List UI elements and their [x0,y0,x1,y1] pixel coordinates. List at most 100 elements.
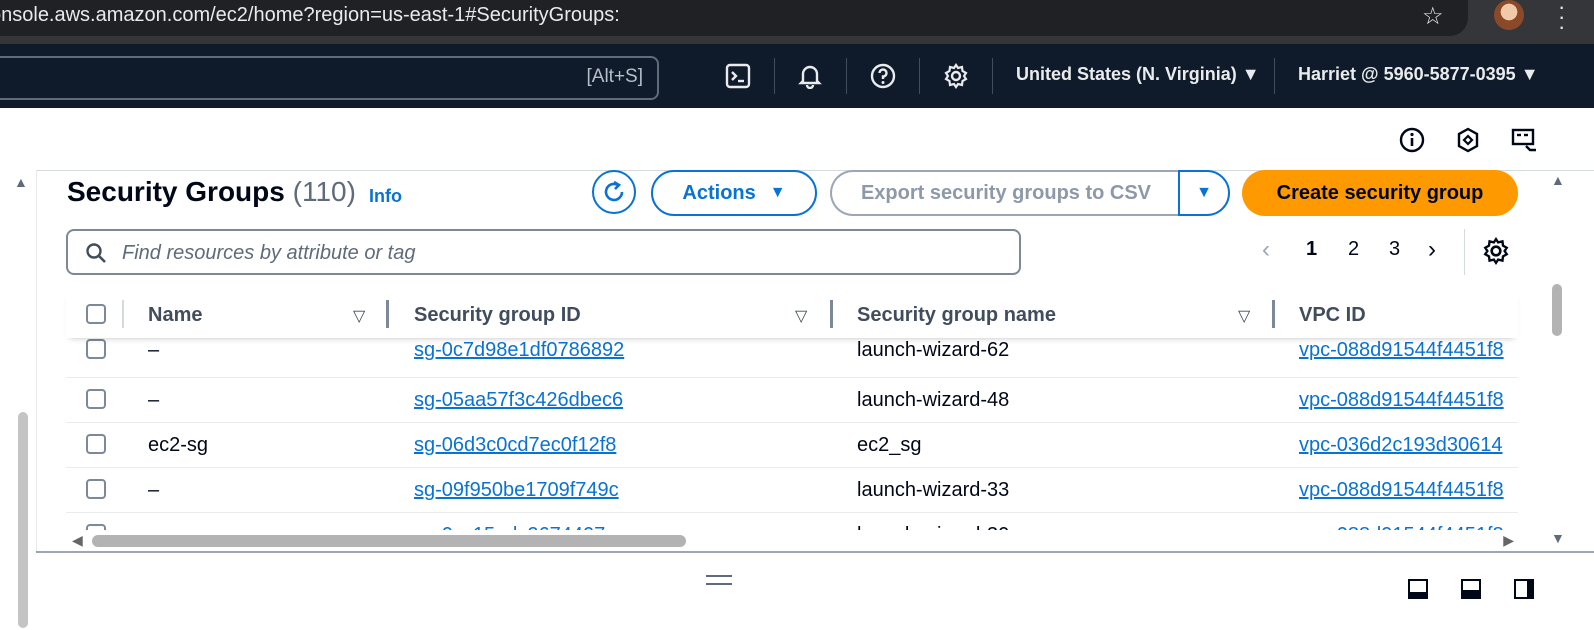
left-scrollbar[interactable] [18,412,28,628]
filter-search-box[interactable] [66,229,1021,275]
row-checkbox[interactable] [86,389,106,409]
column-header-sg-id[interactable]: Security group ID [414,304,581,327]
vertical-scroll-thumb[interactable] [1552,284,1562,336]
panel-middle-icon[interactable] [1461,579,1481,599]
export-csv-button[interactable]: Export security groups to CSV [830,170,1180,216]
scroll-left-icon[interactable]: ◀ [72,532,83,549]
table-body: – sg-0c7d98e1df0786892 launch-wizard-62 … [66,338,1518,530]
aws-search-input[interactable]: [Alt+S] [0,56,659,100]
page-1[interactable]: 1 [1306,238,1317,261]
search-icon [84,241,108,270]
region-label: United States (N. Virginia) [1016,64,1237,84]
actions-label: Actions [682,181,756,204]
column-resizer[interactable] [1272,300,1275,328]
caret-down-icon: ▼ [769,184,786,201]
vpc-id-link[interactable]: vpc-088d91544f4451f8 [1299,339,1504,362]
next-page-icon[interactable]: › [1428,236,1436,264]
sort-icon[interactable]: ▽ [795,306,807,326]
search-shortcut-hint: [Alt+S] [586,66,644,87]
row-checkbox[interactable] [86,434,106,454]
column-header-name[interactable]: Name [148,304,202,327]
nav-divider [846,58,847,94]
cloudshell-icon[interactable] [720,58,756,94]
table-settings-gear-icon[interactable] [1482,237,1510,270]
bookmark-star-icon[interactable]: ☆ [1422,2,1444,31]
create-security-group-button[interactable]: Create security group [1242,170,1518,216]
scroll-up-icon[interactable]: ▲ [14,174,28,190]
gear-icon[interactable] [938,58,974,94]
info-link[interactable]: Info [369,186,402,207]
sort-icon[interactable]: ▽ [353,306,365,326]
row-name: – [148,479,160,501]
sg-name: ec2_sg [857,434,922,456]
bell-icon[interactable] [792,58,828,94]
create-label: Create security group [1276,181,1484,204]
nav-divider [992,58,993,94]
page-3[interactable]: 3 [1389,238,1400,261]
sg-id-link[interactable]: sg-05aa57f3c426dbec6 [414,389,623,412]
horizontal-scroll-thumb[interactable] [92,535,686,547]
column-header-sg-name[interactable]: Security group name [857,304,1056,327]
nav-divider [919,58,920,94]
table-row[interactable]: ec2-sg sg-06d3c0cd7ec0f12f8 ec2_sg vpc-0… [66,422,1518,468]
column-resizer[interactable] [830,300,833,328]
scroll-up-icon[interactable]: ▲ [1551,172,1565,188]
column-resizer[interactable] [386,300,389,328]
table-row[interactable]: – sg-09f950be1709f749c launch-wizard-33 … [66,467,1518,513]
sg-id-link[interactable]: sg-09f950be1709f749c [414,479,619,502]
sort-icon[interactable]: ▽ [1238,306,1250,326]
sg-id-link[interactable]: sg-0c7d98e1df0786892 [414,339,624,362]
panel-side-icon[interactable] [1514,579,1534,599]
vpc-id-link[interactable]: vpc-088d91544f4451f8 [1299,389,1504,412]
caret-down-icon: ▼ [1241,64,1260,84]
browser-menu-icon[interactable]: · · · [1558,0,1565,38]
row-name: – [148,389,160,411]
hexagon-icon[interactable] [1454,126,1482,154]
browser-toolbar: console.aws.amazon.com/ec2/home?region=u… [0,0,1594,44]
previous-page-icon[interactable]: ‹ [1262,236,1270,264]
export-dropdown-button[interactable]: ▼ [1178,170,1230,216]
sg-name: launch-wizard-48 [857,389,1010,411]
scroll-down-icon[interactable]: ▼ [1551,530,1565,546]
scroll-right-icon[interactable]: ▶ [1503,532,1514,549]
caret-down-icon: ▼ [1520,64,1539,84]
account-menu[interactable]: Harriet @ 5960-5877-0395 ▼ [1298,64,1539,85]
refresh-button[interactable] [592,170,636,214]
select-all-checkbox[interactable] [86,304,106,324]
help-icon[interactable] [865,58,901,94]
horizontal-scrollbar[interactable]: ◀ ▶ [66,532,1518,550]
profile-avatar[interactable] [1494,0,1524,30]
sg-id-link[interactable]: sg-0cc15edc2674407 [414,524,605,530]
sg-id-link[interactable]: sg-06d3c0cd7ec0f12f8 [414,434,616,457]
row-name: – [148,524,159,530]
vpc-cell: vpc-088d91544f4451f8 [1299,338,1518,377]
row-name: – [148,339,160,361]
vpc-id-link[interactable]: vpc-088d91544f4451f8 [1299,479,1504,502]
page-title: Security Groups (110) [67,176,356,208]
actions-button[interactable]: Actions ▼ [651,170,817,216]
vpc-id-link[interactable]: vpc-088d91544f4451f8 [1299,524,1504,530]
table-header: Name ▽ Security group ID ▽ Security grou… [66,290,1518,338]
row-checkbox[interactable] [86,524,106,530]
table-row[interactable]: – sg-0c7d98e1df0786892 launch-wizard-62 … [66,338,1518,378]
drag-handle-icon[interactable] [706,575,732,585]
row-checkbox[interactable] [86,479,106,499]
row-checkbox[interactable] [86,339,106,359]
search-input[interactable] [120,237,1004,269]
screen-share-icon[interactable] [1510,126,1538,154]
panel-bottom-icon[interactable] [1408,579,1428,599]
vpc-id-link[interactable]: vpc-036d2c193d30614 [1299,434,1503,457]
vpc-cell: vpc-088d91544f4451f8 [1299,512,1518,530]
url-text[interactable]: console.aws.amazon.com/ec2/home?region=u… [0,4,620,27]
vpc-cell: vpc-036d2c193d30614 [1299,422,1518,467]
vertical-scrollbar[interactable]: ▲ ▼ [1548,170,1566,550]
address-bar[interactable]: console.aws.amazon.com/ec2/home?region=u… [0,0,1468,36]
refresh-icon [604,180,624,202]
table-row[interactable]: – sg-0cc15edc2674407 launch-wizard-30 vp… [66,512,1518,530]
region-selector[interactable]: United States (N. Virginia) ▼ [1016,64,1260,85]
info-circle-icon[interactable] [1398,126,1426,154]
vpc-cell: vpc-088d91544f4451f8 [1299,377,1518,422]
table-row[interactable]: – sg-05aa57f3c426dbec6 launch-wizard-48 … [66,377,1518,423]
column-header-vpc-id[interactable]: VPC ID [1299,304,1366,327]
page-2[interactable]: 2 [1348,238,1359,261]
